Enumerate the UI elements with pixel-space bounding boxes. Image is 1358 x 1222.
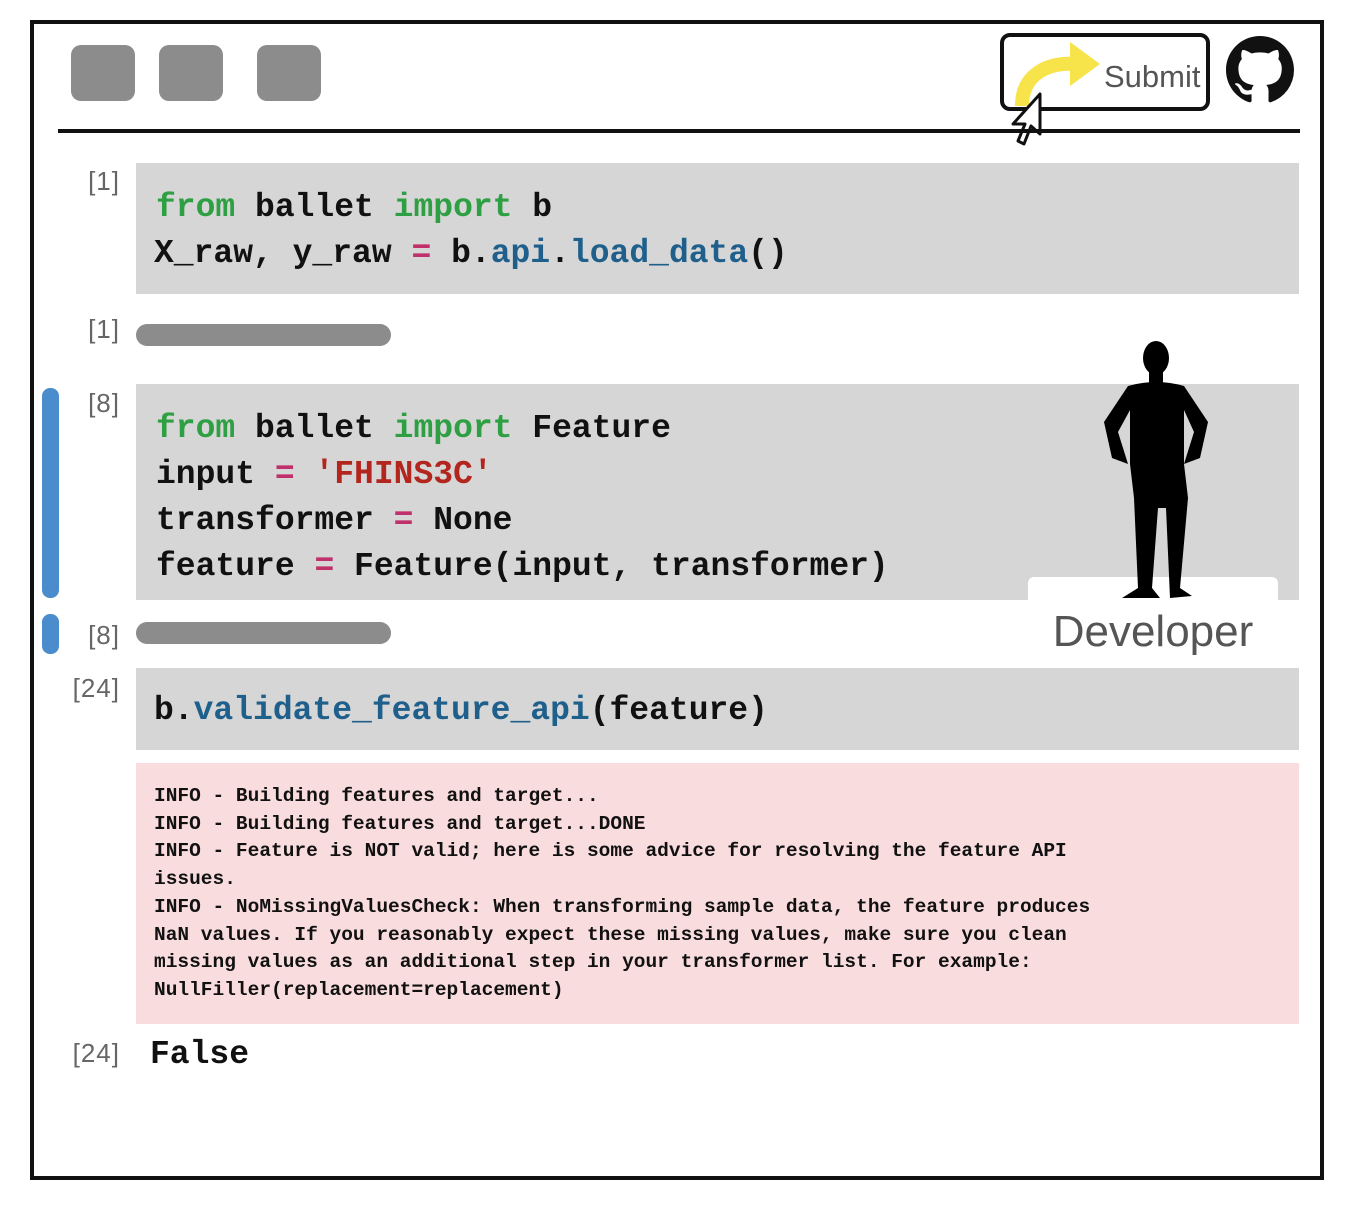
keyword: from <box>156 189 236 226</box>
submit-label: Submit <box>1104 59 1201 94</box>
output-prompt: [8] <box>88 620 120 650</box>
result-value: False <box>150 1036 250 1073</box>
log-output: INFO - Building features and target... IN… <box>136 763 1299 1024</box>
code-cell[interactable]: b.validate_feature_api(feature) <box>136 668 1299 750</box>
toolbar-divider <box>58 129 1300 133</box>
active-cell-bar <box>42 388 59 598</box>
object-name: b. <box>154 692 194 729</box>
assign-target: transformer <box>156 502 394 539</box>
output-placeholder <box>136 324 391 346</box>
object-name: b. <box>431 235 491 272</box>
keyword: from <box>156 410 236 447</box>
import-name: b <box>512 189 553 226</box>
operator: = <box>314 548 335 585</box>
log-line: missing values as an additional step in … <box>154 951 1032 974</box>
keyword: import <box>393 410 513 447</box>
log-line: INFO - Building features and target...DO… <box>154 812 646 835</box>
window-button-icon[interactable] <box>71 45 135 101</box>
window-button-icon[interactable] <box>159 45 223 101</box>
code-line: transformer = None <box>156 498 512 544</box>
call-args: (feature) <box>589 692 768 729</box>
input-prompt: [24] <box>72 673 120 703</box>
mouse-cursor-icon <box>1011 92 1042 146</box>
code-line: feature = Feature(input, transformer) <box>156 544 889 590</box>
dot: . <box>550 235 570 272</box>
active-output-bar <box>42 614 59 654</box>
log-line: INFO - Feature is NOT valid; here is som… <box>154 840 1067 863</box>
code-line: b.validate_feature_api(feature) <box>154 688 768 734</box>
log-line: NaN values. If you reasonably expect the… <box>154 923 1067 946</box>
function-name: validate_feature_api <box>193 692 590 729</box>
log-text: INFO - Building features and target... IN… <box>154 783 1090 1005</box>
function-name: load_data <box>569 235 749 272</box>
code-line: from ballet import Feature <box>156 406 671 452</box>
developer-silhouette-icon <box>1104 341 1208 598</box>
log-line: INFO - Building features and target... <box>154 785 599 807</box>
window-button-icon[interactable] <box>257 45 321 101</box>
module-name: ballet <box>235 410 394 447</box>
log-line: NullFiller(replacement=replacement) <box>154 978 564 1001</box>
operator: = <box>274 456 295 493</box>
keyword: import <box>393 189 513 226</box>
operator: = <box>393 502 414 539</box>
input-prompt: [8] <box>88 388 120 418</box>
assign-value: None <box>413 502 513 539</box>
output-prompt: [24] <box>72 1038 120 1068</box>
code-line: from ballet import b <box>156 185 552 231</box>
input-prompt: [1] <box>88 166 120 196</box>
operator: = <box>411 235 432 272</box>
call-parens: () <box>748 235 788 272</box>
log-line: issues. <box>154 868 236 891</box>
output-placeholder <box>136 622 391 644</box>
assign-value: Feature(input, transformer) <box>334 548 889 585</box>
import-name: Feature <box>512 410 671 447</box>
assign-target: X_raw, y_raw <box>154 235 412 272</box>
code-line: input = 'FHINS3C' <box>156 452 493 498</box>
assign-target: input <box>156 456 275 493</box>
assign-target: feature <box>156 548 315 585</box>
github-icon[interactable] <box>1226 36 1294 104</box>
string-literal: 'FHINS3C' <box>314 456 493 493</box>
log-line: INFO - NoMissingValuesCheck: When transf… <box>154 895 1091 918</box>
code-cell[interactable]: from ballet import b X_raw, y_raw = b.ap… <box>136 163 1299 294</box>
code-line: X_raw, y_raw = b.api.load_data() <box>154 231 788 277</box>
output-prompt: [1] <box>88 314 120 344</box>
developer-label: Developer <box>1052 607 1254 656</box>
module-name: ballet <box>235 189 394 226</box>
attribute: api <box>490 235 551 272</box>
